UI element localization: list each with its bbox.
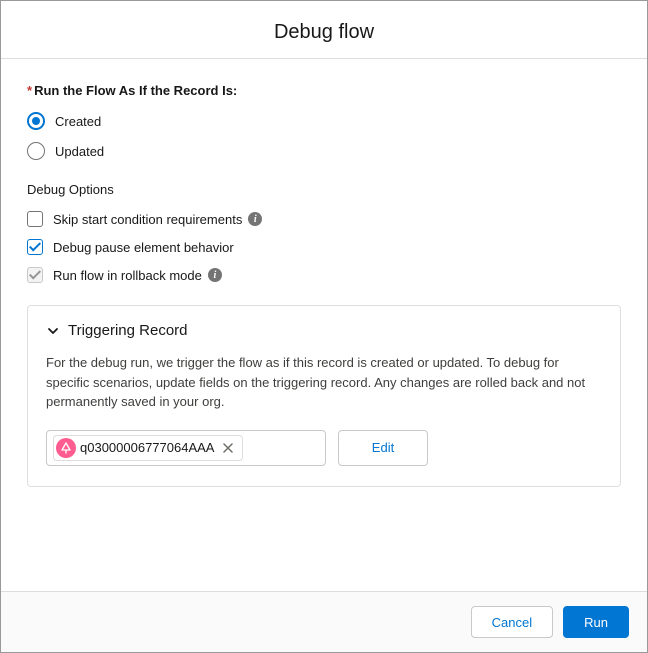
label-rollback: Run flow in rollback mode bbox=[53, 268, 202, 283]
debug-options-title: Debug Options bbox=[27, 182, 621, 197]
close-icon bbox=[223, 443, 233, 453]
record-id-text: q03000006777064AAA bbox=[80, 440, 214, 455]
info-icon[interactable]: i bbox=[248, 212, 262, 226]
modal-footer: Cancel Run bbox=[1, 591, 647, 652]
modal-title: Debug flow bbox=[1, 21, 647, 44]
triggering-record-panel: Triggering Record For the debug run, we … bbox=[27, 305, 621, 487]
panel-description: For the debug run, we trigger the flow a… bbox=[46, 353, 602, 412]
debug-flow-modal: Debug flow *Run the Flow As If the Recor… bbox=[0, 0, 648, 653]
record-pill: q03000006777064AAA bbox=[53, 435, 243, 461]
cancel-button[interactable]: Cancel bbox=[471, 606, 553, 638]
modal-content: *Run the Flow As If the Record Is: Creat… bbox=[1, 59, 647, 591]
panel-toggle[interactable]: Triggering Record bbox=[46, 322, 602, 339]
checkbox-pause-behavior[interactable] bbox=[27, 239, 43, 255]
panel-controls: q03000006777064AAA Edit bbox=[46, 430, 602, 466]
radio-created[interactable] bbox=[27, 112, 45, 130]
radio-updated-label: Updated bbox=[55, 144, 104, 159]
run-as-radio-group: Created Updated bbox=[27, 112, 621, 160]
checkbox-skip-start[interactable] bbox=[27, 211, 43, 227]
radio-updated[interactable] bbox=[27, 142, 45, 160]
run-button[interactable]: Run bbox=[563, 606, 629, 638]
label-pause-behavior: Debug pause element behavior bbox=[53, 240, 234, 255]
option-pause-behavior[interactable]: Debug pause element behavior bbox=[27, 239, 621, 255]
remove-record-button[interactable] bbox=[220, 440, 236, 456]
option-skip-start[interactable]: Skip start condition requirements i bbox=[27, 211, 621, 227]
radio-option-created[interactable]: Created bbox=[27, 112, 621, 130]
chevron-down-icon bbox=[46, 324, 60, 338]
info-icon[interactable]: i bbox=[208, 268, 222, 282]
modal-header: Debug flow bbox=[1, 1, 647, 58]
edit-button[interactable]: Edit bbox=[338, 430, 428, 466]
radio-created-label: Created bbox=[55, 114, 101, 129]
radio-option-updated[interactable]: Updated bbox=[27, 142, 621, 160]
required-asterisk: * bbox=[27, 83, 32, 98]
run-as-label: *Run the Flow As If the Record Is: bbox=[27, 83, 621, 98]
panel-title: Triggering Record bbox=[68, 322, 188, 339]
option-rollback: Run flow in rollback mode i bbox=[27, 267, 621, 283]
debug-options-group: Skip start condition requirements i Debu… bbox=[27, 211, 621, 283]
checkbox-rollback bbox=[27, 267, 43, 283]
record-lookup-input[interactable]: q03000006777064AAA bbox=[46, 430, 326, 466]
label-skip-start: Skip start condition requirements bbox=[53, 212, 242, 227]
record-type-icon bbox=[56, 438, 76, 458]
